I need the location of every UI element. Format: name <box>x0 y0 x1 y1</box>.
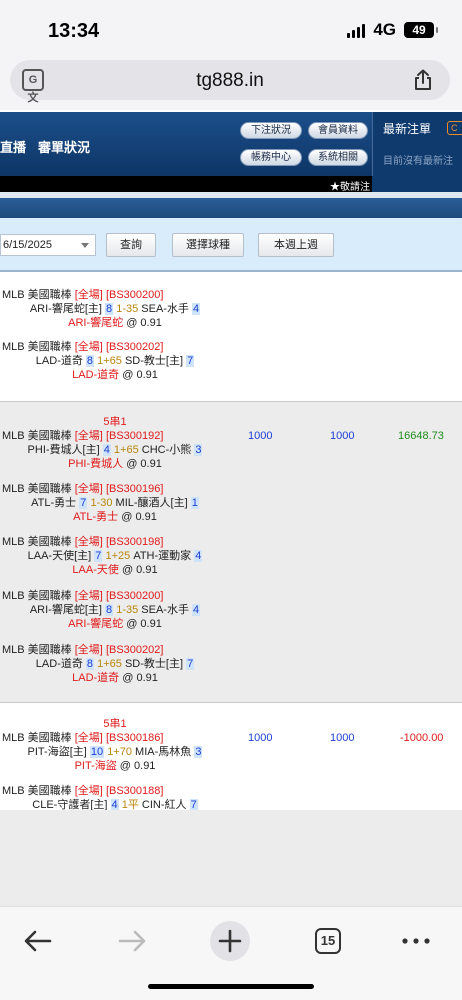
sub-header-bar <box>0 198 462 218</box>
bet-status-button[interactable]: 下注狀況 <box>240 122 302 139</box>
network-type: 4G <box>373 20 396 39</box>
ticker-right-panel <box>372 176 462 192</box>
arrow-left-icon <box>24 930 52 952</box>
select-sport-button[interactable]: 選擇球種 <box>172 233 244 257</box>
share-icon[interactable] <box>412 69 434 91</box>
win-amount: 16648.73 <box>398 430 444 442</box>
bet-leg: MLB 美國職棒 [全場] [BS300202] LAD-道奇 8 1+65 S… <box>2 341 195 381</box>
notice-ticker: ★敬請注 <box>0 176 372 193</box>
bet-combo-label: 5串1 <box>103 718 127 730</box>
bet-leg: MLB 美國職棒 [全場] [BS300200] ARI-響尾蛇[主] 8 1-… <box>2 590 201 630</box>
forward-button[interactable] <box>110 921 154 961</box>
member-info-button[interactable]: 會員資料 <box>308 122 368 139</box>
status-indicators: 4G 49 <box>347 20 438 40</box>
bet-leg: MLB 美國職棒 [全場] [BS300198] LAA-天使[主] 7 1+2… <box>2 536 203 576</box>
battery-level: 49 <box>412 23 426 37</box>
bet-leg: MLB 美國職棒 [全場] [BS300200] ARI-響尾蛇[主] 8 1-… <box>2 289 201 329</box>
date-select[interactable]: 6/15/2025 <box>0 234 96 256</box>
bet-leg: MLB 美國職棒 [全場] [BS300202] LAD-道奇 8 1+65 S… <box>2 644 195 684</box>
latest-bets-tag[interactable]: C <box>447 121 462 135</box>
stake-amount: 1000 <box>248 430 273 442</box>
arrow-right-icon <box>118 930 146 952</box>
filter-bar: 6/15/2025 查詢 選擇球種 本週上週 <box>0 218 462 272</box>
signal-icon <box>347 22 366 38</box>
bet-combo-label: 5串1 <box>103 416 127 428</box>
tab-count: 15 <box>315 928 341 954</box>
stake-amount: 1000 <box>248 732 273 744</box>
more-button[interactable] <box>394 921 438 961</box>
address-bar[interactable]: G文 tg888.in <box>10 60 450 104</box>
system-button[interactable]: 系統相關 <box>308 149 368 166</box>
bet-leg: MLB 美國職棒 [全場] [BS300186] PIT-海盜[主] 10 1+… <box>2 732 203 772</box>
account-center-button[interactable]: 帳務中心 <box>240 149 302 166</box>
plus-icon <box>210 921 250 961</box>
bet-leg: MLB 美國職棒 [全場] [BS300196] ATL-勇士 7 1-30 M… <box>2 483 199 523</box>
home-indicator <box>148 984 314 989</box>
empty-area <box>0 810 462 906</box>
latest-bets-title: 最新注單 <box>383 122 432 136</box>
valid-amount: 1000 <box>330 732 355 744</box>
nav-review-status[interactable]: 審單狀況 <box>38 137 90 156</box>
date-value: 6/15/2025 <box>3 239 52 251</box>
chevron-down-icon <box>81 243 89 248</box>
browser-url-area: G文 tg888.in <box>0 58 462 110</box>
back-button[interactable] <box>16 921 60 961</box>
query-button[interactable]: 查詢 <box>106 233 156 257</box>
latest-bets-panel: 最新注單 C 目前沒有最新注 <box>372 112 462 176</box>
tabs-button[interactable]: 15 <box>306 921 350 961</box>
more-icon <box>402 938 430 944</box>
loss-amount: -1000.00 <box>400 732 444 744</box>
bet-leg: MLB 美國職棒 [全場] [BS300192] PHI-費城人[主] 4 1+… <box>2 430 203 470</box>
status-time: 13:34 <box>48 20 100 42</box>
week-toggle-button[interactable]: 本週上週 <box>258 233 334 257</box>
url-text[interactable]: tg888.in <box>10 70 450 92</box>
valid-amount: 1000 <box>330 430 355 442</box>
battery-icon: 49 <box>404 22 438 38</box>
site-header: 直播 審單狀況 下注狀況 會員資料 帳務中心 系統相關 最新注單 C 目前沒有最… <box>0 112 462 176</box>
bet-leg: MLB 美國職棒 [全場] [BS300188] CLE-守護者[主] 4 1平… <box>2 785 198 810</box>
new-tab-button[interactable] <box>208 921 252 961</box>
nav-live[interactable]: 直播 <box>0 137 26 156</box>
status-bar: 13:34 4G 49 <box>0 0 462 58</box>
ticker-text: ★敬請注 <box>330 182 370 193</box>
latest-bets-empty: 目前沒有最新注 <box>383 156 453 167</box>
